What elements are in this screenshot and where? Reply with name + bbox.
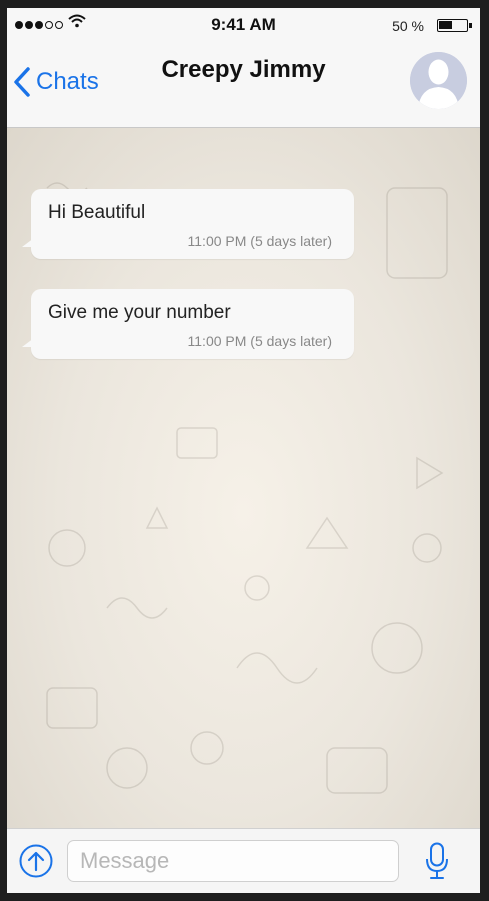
avatar[interactable] [410,52,467,109]
status-bar: 9:41 AM 50 % [7,8,480,42]
message-text: Give me your number [48,302,231,323]
person-silhouette-icon [410,52,467,109]
message-bubble[interactable]: Hi Beautiful 11:00 PM (5 days later) [22,189,354,259]
send-button[interactable] [19,844,53,883]
input-bar [7,828,480,893]
arrow-up-circle-icon [19,844,53,878]
message-timestamp: 11:00 PM (5 days later) [187,233,332,249]
message-text: Hi Beautiful [48,202,146,223]
message-bubble[interactable]: Give me your number 11:00 PM (5 days lat… [22,289,354,359]
microphone-icon [426,842,448,879]
battery-icon [437,19,472,32]
phone-screen: 9:41 AM 50 % Chats Creepy Jimmy Hi Beaut… [7,8,480,893]
microphone-button[interactable] [425,842,449,885]
message-input[interactable] [67,840,399,882]
chat-area[interactable]: Hi Beautiful 11:00 PM (5 days later) Giv… [7,128,480,828]
message-timestamp: 11:00 PM (5 days later) [187,333,332,349]
battery-percentage: 50 % [392,18,424,34]
nav-bar: Chats Creepy Jimmy [7,42,480,128]
